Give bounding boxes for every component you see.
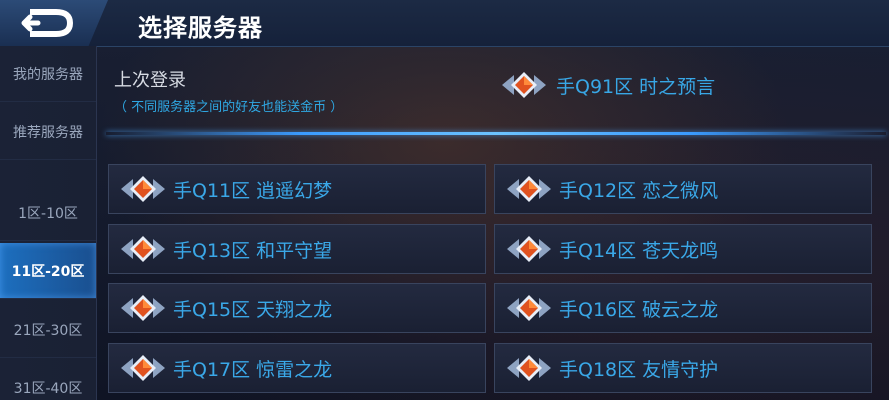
- server-name: 手Q14区 苍天龙鸣: [559, 239, 719, 262]
- server-name: 手Q13区 和平守望: [173, 239, 333, 262]
- server-name: 手Q17区 惊雷之龙: [173, 358, 333, 381]
- sidebar-item-my-servers[interactable]: 我的服务器: [0, 46, 96, 102]
- server-select-screen: 选择服务器 我的服务器 推荐服务器 1区-10区 11区-20区 21区-30区…: [0, 0, 889, 400]
- page-title: 选择服务器: [138, 14, 263, 42]
- gem-icon: [502, 72, 546, 98]
- gem-icon: [121, 236, 165, 262]
- server-button[interactable]: 手Q18区 友情守护: [494, 343, 872, 393]
- server-button[interactable]: 手Q13区 和平守望: [108, 224, 486, 274]
- gem-icon: [121, 176, 165, 202]
- gem-icon: [507, 236, 551, 262]
- header-bar: 选择服务器: [0, 0, 889, 47]
- server-button[interactable]: 手Q14区 苍天龙鸣: [494, 224, 872, 274]
- gem-icon: [507, 355, 551, 381]
- sidebar-item-21-30[interactable]: 21区-30区: [0, 302, 96, 358]
- server-name: 手Q11区 逍遥幻梦: [173, 179, 333, 202]
- gem-icon: [507, 295, 551, 321]
- last-login-label: 上次登录: [114, 70, 186, 91]
- gem-icon: [507, 176, 551, 202]
- back-arrow-icon: [21, 9, 73, 37]
- last-login-server-name: 手Q91区 时之预言: [556, 75, 716, 98]
- gem-icon: [121, 295, 165, 321]
- sidebar-item-31-40[interactable]: 31区-40区: [0, 360, 96, 400]
- server-button[interactable]: 手Q17区 惊雷之龙: [108, 343, 486, 393]
- back-button[interactable]: [0, 0, 108, 46]
- server-name: 手Q15区 天翔之龙: [173, 298, 333, 321]
- sidebar-item-11-20[interactable]: 11区-20区: [0, 243, 96, 299]
- friend-coin-note: （ 不同服务器之间的好友也能送金币 ）: [114, 100, 344, 115]
- server-button[interactable]: 手Q12区 恋之微风: [494, 164, 872, 214]
- section-divider: [106, 132, 886, 135]
- sidebar: 我的服务器 推荐服务器 1区-10区 11区-20区 21区-30区 31区-4…: [0, 46, 97, 400]
- sidebar-item-recommended[interactable]: 推荐服务器: [0, 104, 96, 160]
- sidebar-item-1-10[interactable]: 1区-10区: [0, 185, 96, 241]
- server-name: 手Q12区 恋之微风: [559, 179, 719, 202]
- server-button[interactable]: 手Q15区 天翔之龙: [108, 283, 486, 333]
- gem-icon: [121, 355, 165, 381]
- last-login-server[interactable]: 手Q91区 时之预言: [500, 70, 715, 100]
- server-name: 手Q18区 友情守护: [559, 358, 719, 381]
- server-button[interactable]: 手Q16区 破云之龙: [494, 283, 872, 333]
- server-name: 手Q16区 破云之龙: [559, 298, 719, 321]
- server-button[interactable]: 手Q11区 逍遥幻梦: [108, 164, 486, 214]
